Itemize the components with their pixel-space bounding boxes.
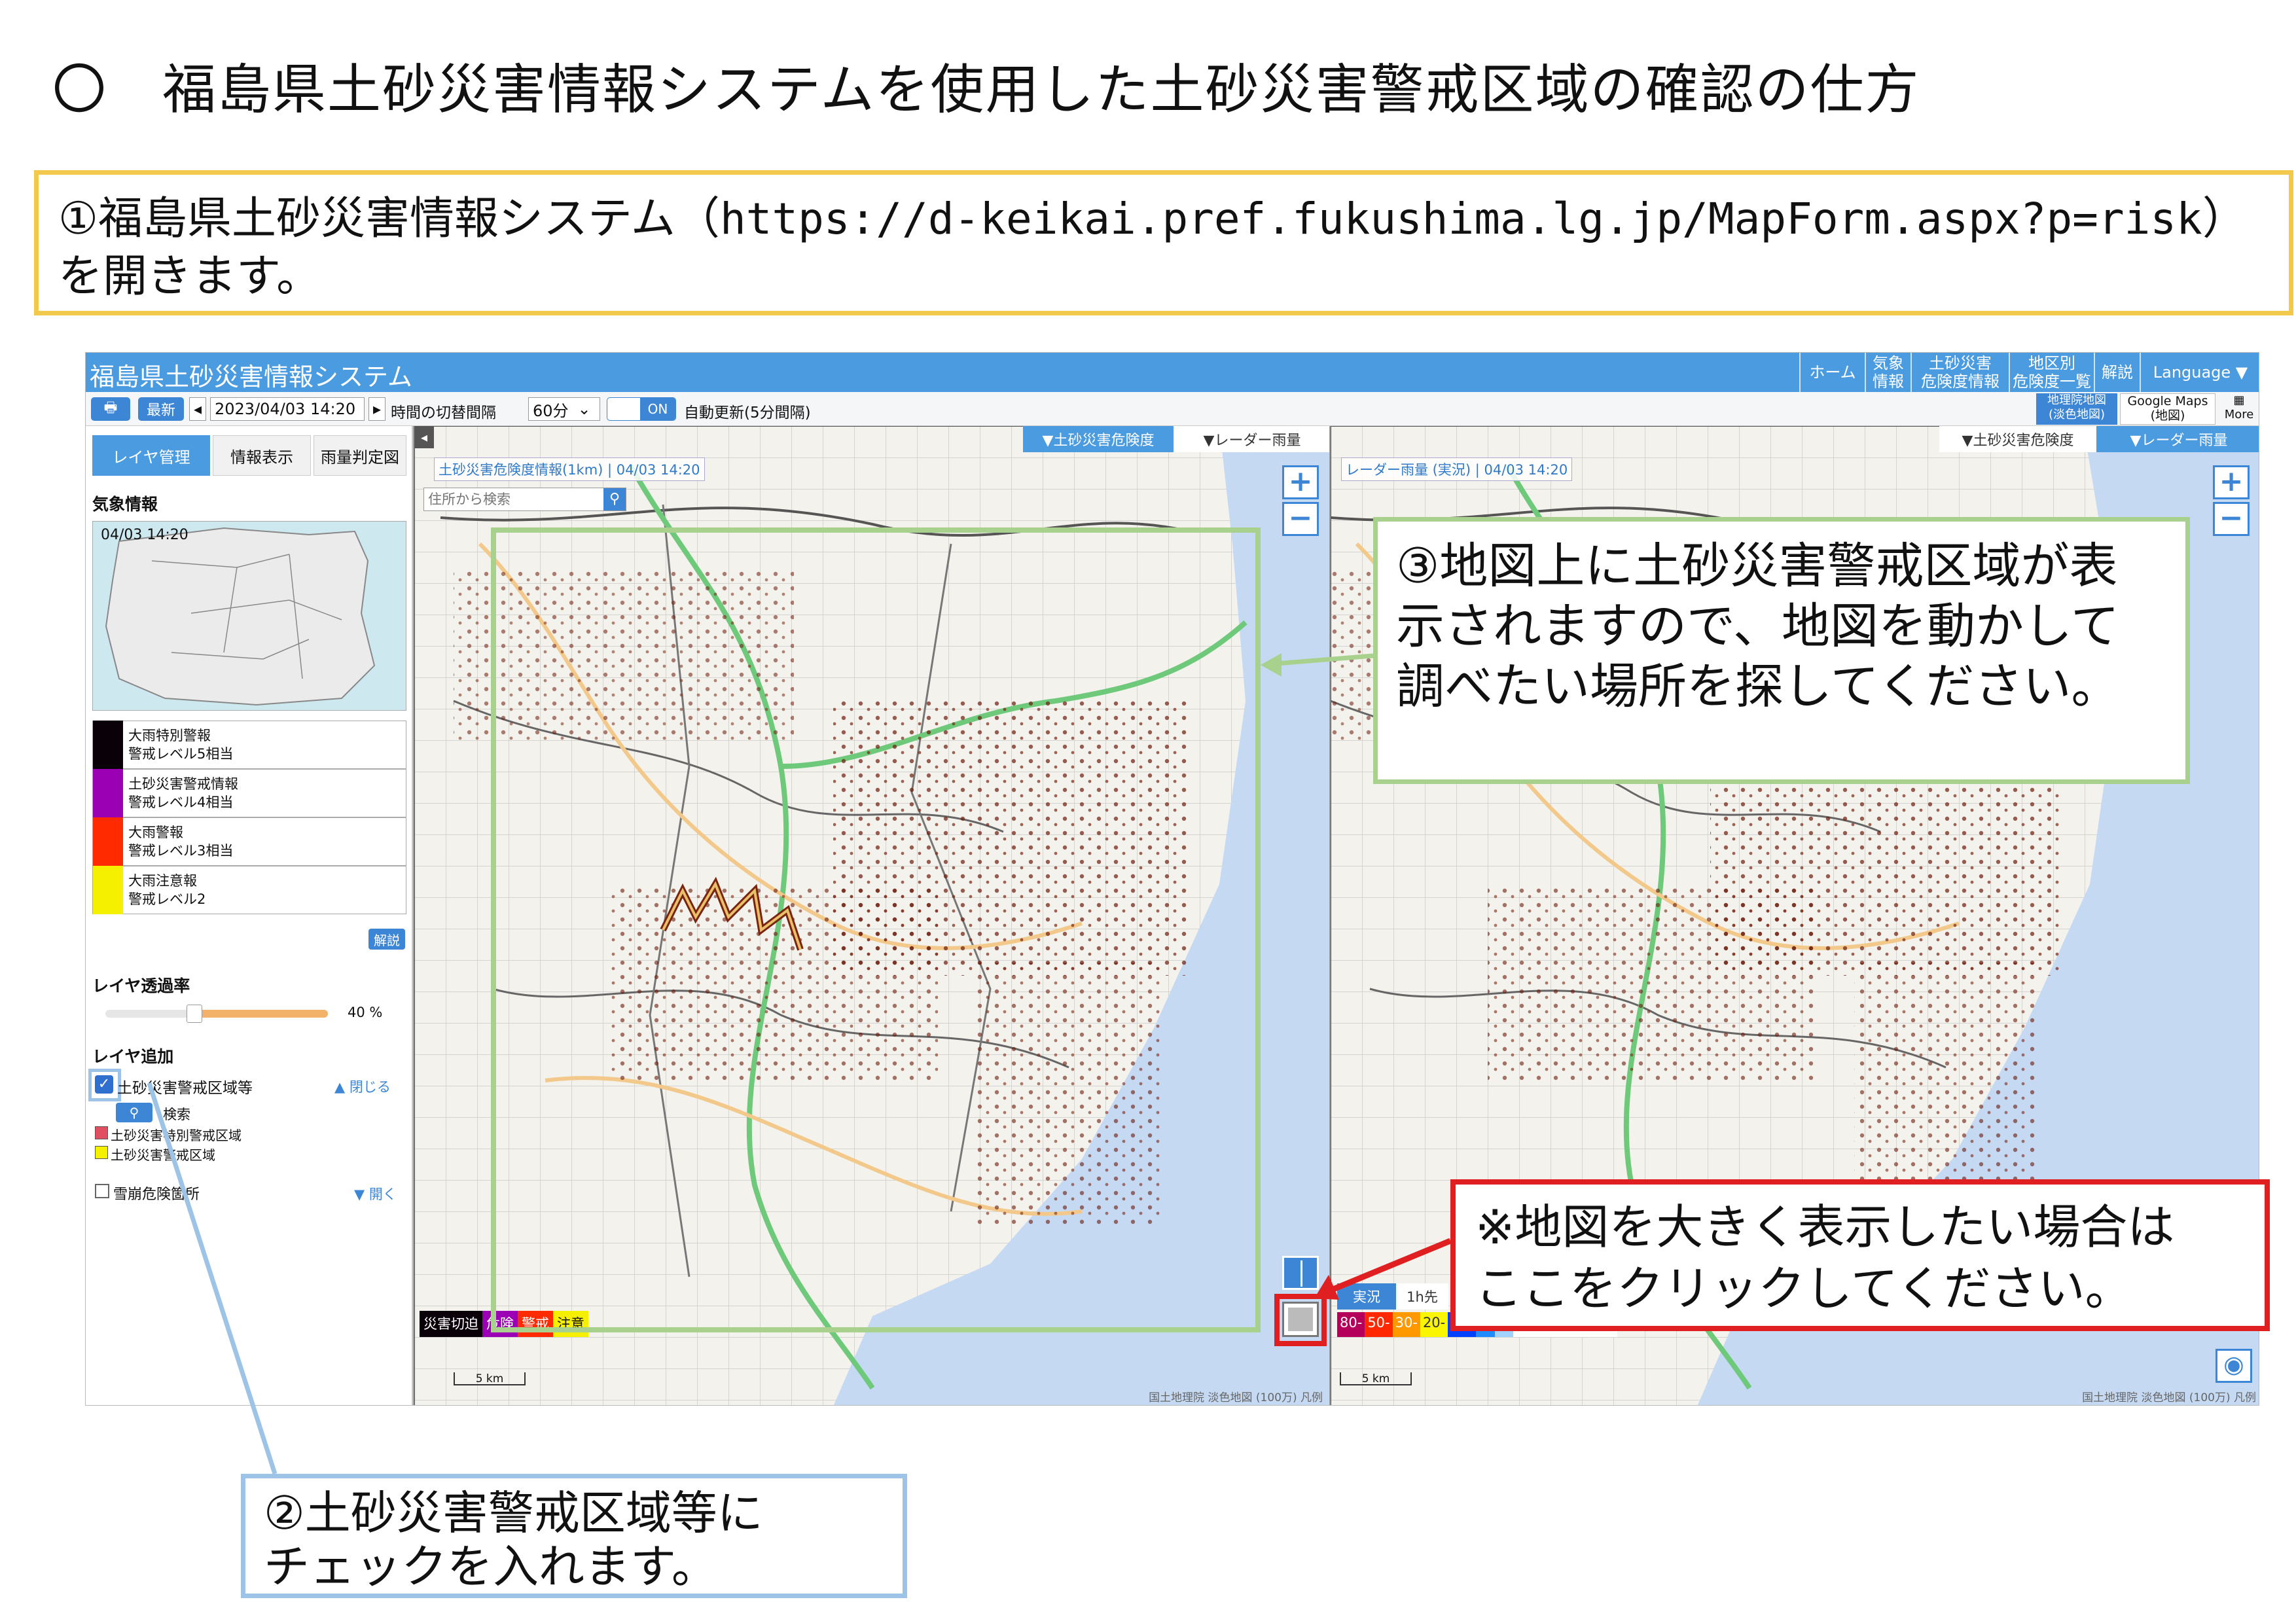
callout-step2-line1: ②土砂災害警戒区域等に — [264, 1486, 763, 1540]
connector-lines — [147, 653, 1452, 1475]
note-line2: ここをクリックしてください。 — [1475, 1261, 2132, 1316]
callout-step3-line3: 調べたい場所を探してください。 — [1396, 658, 2120, 715]
note-line1: ※地図を大きく表示したい場合は — [1475, 1200, 2175, 1255]
callout-step3-line2: 示されますので、地図を動かして — [1396, 598, 2119, 654]
callout-step2-line2: チェックを入れます。 — [264, 1540, 717, 1594]
callout-step3: ③地図上に土砂災害警戒区域が表 示されますので、地図を動かして 調べたい場所を探… — [1373, 517, 2190, 784]
callout-step2: ②土砂災害警戒区域等に チェックを入れます。 — [241, 1474, 907, 1598]
callout-fullscreen-note: ※地図を大きく表示したい場合は ここをクリックしてください。 — [1450, 1179, 2270, 1331]
callout-step3-line1: ③地図上に土砂災害警戒区域が表 — [1396, 538, 2118, 594]
